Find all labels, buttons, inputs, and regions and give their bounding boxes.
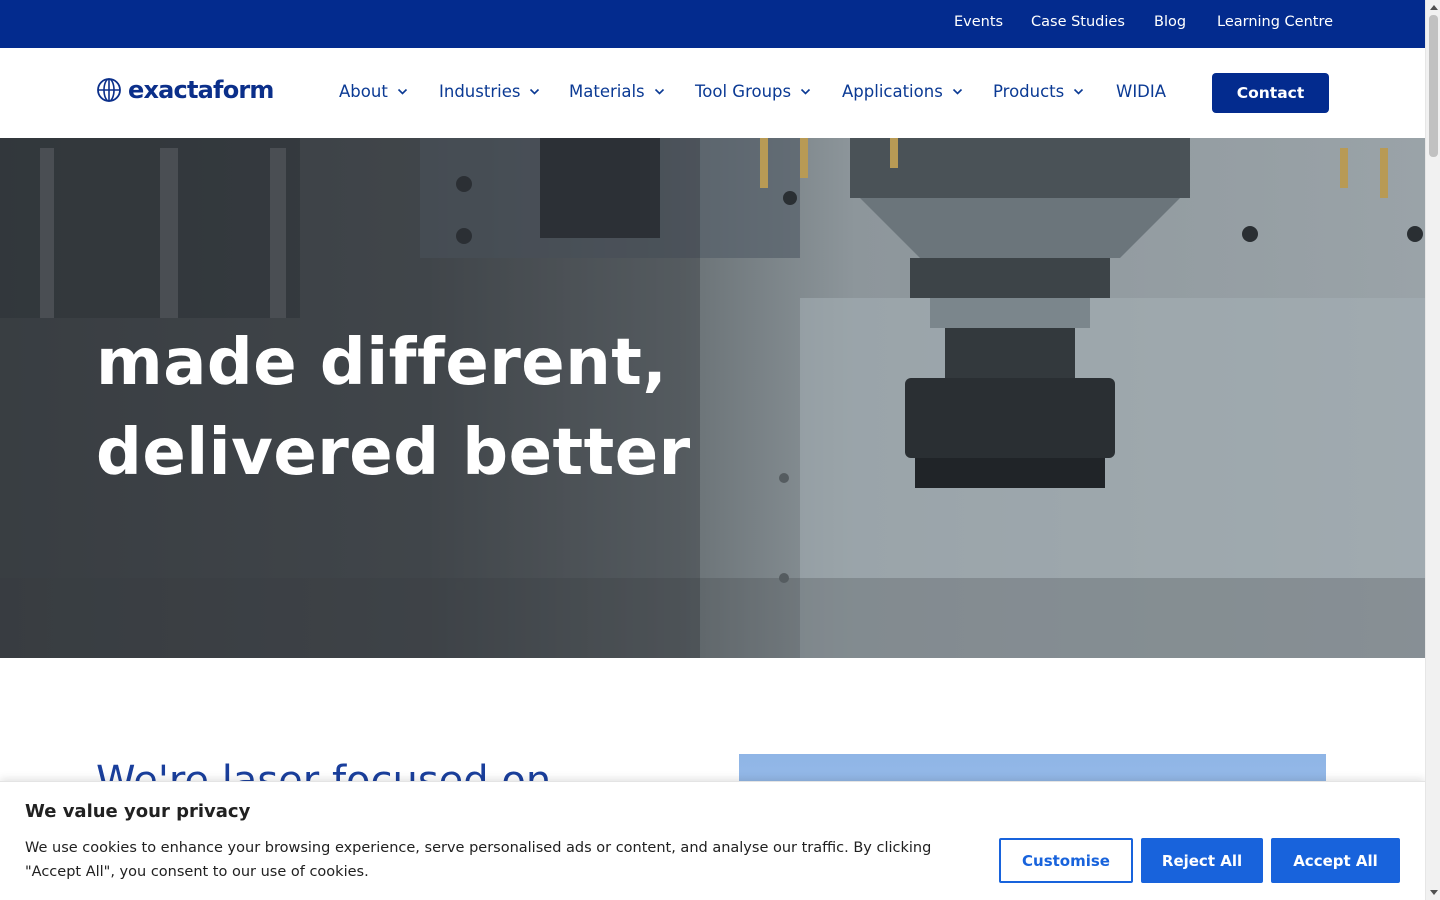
nav-tool-groups-label: Tool Groups <box>695 82 792 101</box>
reject-all-button[interactable]: Reject All <box>1141 838 1263 883</box>
nav-widia[interactable]: WIDIA <box>1116 82 1166 101</box>
chevron-down-icon <box>397 88 407 95</box>
hero-title-line-2: delivered better <box>96 416 691 490</box>
hero-title-line-1: made different, <box>96 326 668 400</box>
cookie-consent-banner: We value your privacy We use cookies to … <box>0 781 1425 900</box>
nav-industries[interactable]: Industries <box>439 82 540 101</box>
nav-products[interactable]: Products <box>993 82 1084 101</box>
page-scrollbar[interactable] <box>1425 0 1440 900</box>
logo-globe-icon <box>97 78 121 102</box>
nav-about[interactable]: About <box>339 82 408 101</box>
customise-button[interactable]: Customise <box>999 838 1133 883</box>
chevron-down-icon <box>654 88 664 95</box>
topbar-link-case-studies[interactable]: Case Studies <box>1031 14 1125 30</box>
cookie-title: We value your privacy <box>25 801 251 822</box>
top-utility-bar: Events Case Studies Blog Learning Centre <box>0 0 1425 48</box>
nav-tool-groups[interactable]: Tool Groups <box>695 82 811 101</box>
chevron-down-icon <box>1074 88 1084 95</box>
hero-banner: made different, delivered better <box>0 138 1425 658</box>
chevron-down-icon <box>801 88 811 95</box>
scrollbar-thumb[interactable] <box>1429 15 1438 157</box>
chevron-down-icon <box>530 88 540 95</box>
scroll-up-arrow-icon[interactable] <box>1430 5 1438 10</box>
topbar-link-learning-centre[interactable]: Learning Centre <box>1217 14 1333 30</box>
logo[interactable]: exactaform <box>96 76 274 104</box>
nav-materials-label: Materials <box>569 82 645 101</box>
nav-about-label: About <box>339 82 388 101</box>
contact-button[interactable]: Contact <box>1212 73 1329 113</box>
main-header: exactaform About Industries Materials To… <box>0 48 1425 138</box>
nav-widia-label: WIDIA <box>1116 82 1167 101</box>
nav-applications-label: Applications <box>842 82 943 101</box>
hero-title: made different, delivered better <box>96 318 691 498</box>
scroll-down-arrow-icon[interactable] <box>1430 890 1438 895</box>
topbar-link-blog[interactable]: Blog <box>1154 14 1186 30</box>
cookie-description: We use cookies to enhance your browsing … <box>25 840 932 880</box>
accept-all-button[interactable]: Accept All <box>1271 838 1400 883</box>
logo-wordmark: exactaform <box>128 76 274 104</box>
nav-applications[interactable]: Applications <box>842 82 963 101</box>
nav-industries-label: Industries <box>439 82 521 101</box>
topbar-link-events[interactable]: Events <box>954 14 1003 30</box>
nav-materials[interactable]: Materials <box>569 82 665 101</box>
nav-products-label: Products <box>993 82 1065 101</box>
chevron-down-icon <box>952 88 962 95</box>
